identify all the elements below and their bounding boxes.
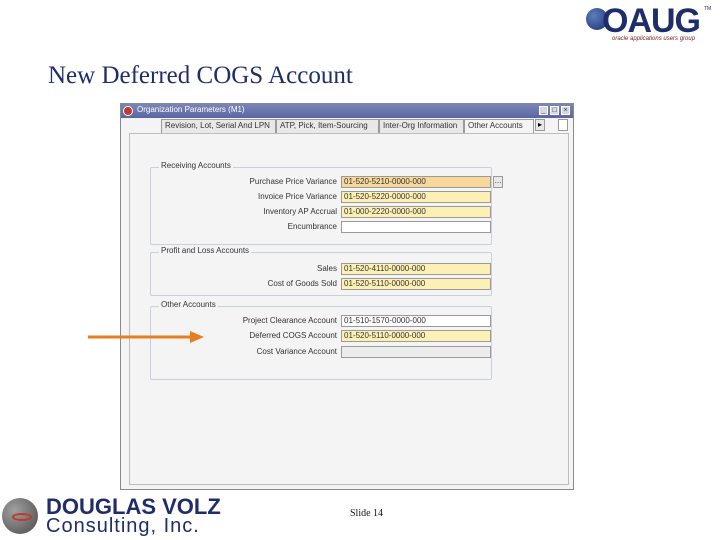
organization-parameters-window: Organization Parameters (M1) _ □ × Revis…	[120, 103, 574, 490]
oaug-tagline: oracle applications users group	[612, 36, 696, 42]
globe-icon	[2, 498, 38, 534]
tab-revision-lot-serial-lpn[interactable]: Revision, Lot, Serial And LPN	[161, 119, 276, 133]
oaug-logo: OAUG TM oracle applications users group	[586, 2, 714, 46]
maximize-button[interactable]: □	[550, 106, 559, 115]
profit-loss-accounts-group: Profit and Loss Accounts Sales 01-520-41…	[150, 246, 493, 296]
field-label: Cost of Goods Sold	[267, 279, 337, 288]
field-label: Encumbrance	[287, 222, 337, 231]
oracle-ring-icon	[12, 513, 32, 521]
field-label: Sales	[316, 264, 337, 273]
slide-title: New Deferred COGS Account	[48, 62, 353, 89]
window-titlebar[interactable]: Organization Parameters (M1) _ □ ×	[121, 104, 573, 118]
tab-atp-pick-item-sourcing[interactable]: ATP, Pick, Item-Sourcing	[276, 119, 379, 133]
oracle-icon	[123, 106, 133, 116]
tab-inter-org-information[interactable]: Inter-Org Information	[379, 119, 464, 133]
field-row: Cost of Goods Sold 01-520-5110-0000-000	[151, 278, 493, 290]
close-button[interactable]: ×	[561, 106, 570, 115]
group-label: Receiving Accounts	[159, 161, 233, 170]
window-scrollbar[interactable]	[558, 119, 568, 131]
slide-number: Slide 14	[350, 508, 384, 519]
deferred-cogs-account-input[interactable]: 01-520-5110-0000-000	[341, 330, 491, 342]
field-label: Deferred COGS Account	[249, 331, 337, 340]
inventory-ap-accrual-input[interactable]: 01-000-2220-0000-000	[341, 206, 491, 218]
tab-content: Receiving Accounts Purchase Price Varian…	[129, 133, 569, 485]
lov-button[interactable]: …	[493, 176, 503, 188]
field-row: Project Clearance Account 01-510-1570-00…	[151, 315, 493, 327]
field-row: Sales 01-520-4110-0000-000	[151, 263, 493, 275]
field-label: Inventory AP Accrual	[263, 207, 337, 216]
field-label: Project Clearance Account	[242, 316, 337, 325]
group-label: Profit and Loss Accounts	[159, 246, 252, 255]
cost-variance-account-input[interactable]	[341, 346, 491, 358]
window-title: Organization Parameters (M1)	[137, 105, 245, 114]
minimize-button[interactable]: _	[539, 106, 548, 115]
douglas-volz-logo: DOUGLAS VOLZ Consulting, Inc.	[0, 494, 221, 538]
group-label: Other Accounts	[159, 300, 218, 309]
field-row: Encumbrance	[151, 221, 493, 233]
trademark: TM	[704, 6, 712, 12]
field-row: Purchase Price Variance 01-520-5210-0000…	[151, 176, 503, 188]
company-subtitle: Consulting, Inc.	[46, 515, 200, 537]
receiving-accounts-group: Receiving Accounts Purchase Price Varian…	[150, 161, 503, 245]
tab-strip: Revision, Lot, Serial And LPN ATP, Pick,…	[161, 119, 573, 133]
invoice-price-variance-input[interactable]: 01-520-5220-0000-000	[341, 191, 491, 203]
purchase-price-variance-input[interactable]: 01-520-5210-0000-000	[341, 176, 491, 188]
project-clearance-account-input[interactable]: 01-510-1570-0000-000	[341, 315, 491, 327]
tab-scroll-right-button[interactable]: ▸	[535, 119, 545, 131]
field-label: Cost Variance Account	[256, 347, 337, 356]
field-label: Invoice Price Variance	[258, 192, 337, 201]
field-row: Invoice Price Variance 01-520-5220-0000-…	[151, 191, 493, 203]
cost-of-goods-sold-input[interactable]: 01-520-5110-0000-000	[341, 278, 491, 290]
field-row: Inventory AP Accrual 01-000-2220-0000-00…	[151, 206, 493, 218]
sales-input[interactable]: 01-520-4110-0000-000	[341, 263, 491, 275]
encumbrance-input[interactable]	[341, 221, 491, 233]
tab-other-accounts[interactable]: Other Accounts	[464, 119, 534, 133]
field-label: Purchase Price Variance	[249, 177, 337, 186]
field-row: Cost Variance Account	[151, 346, 493, 358]
orange-arrow-icon	[88, 331, 204, 343]
